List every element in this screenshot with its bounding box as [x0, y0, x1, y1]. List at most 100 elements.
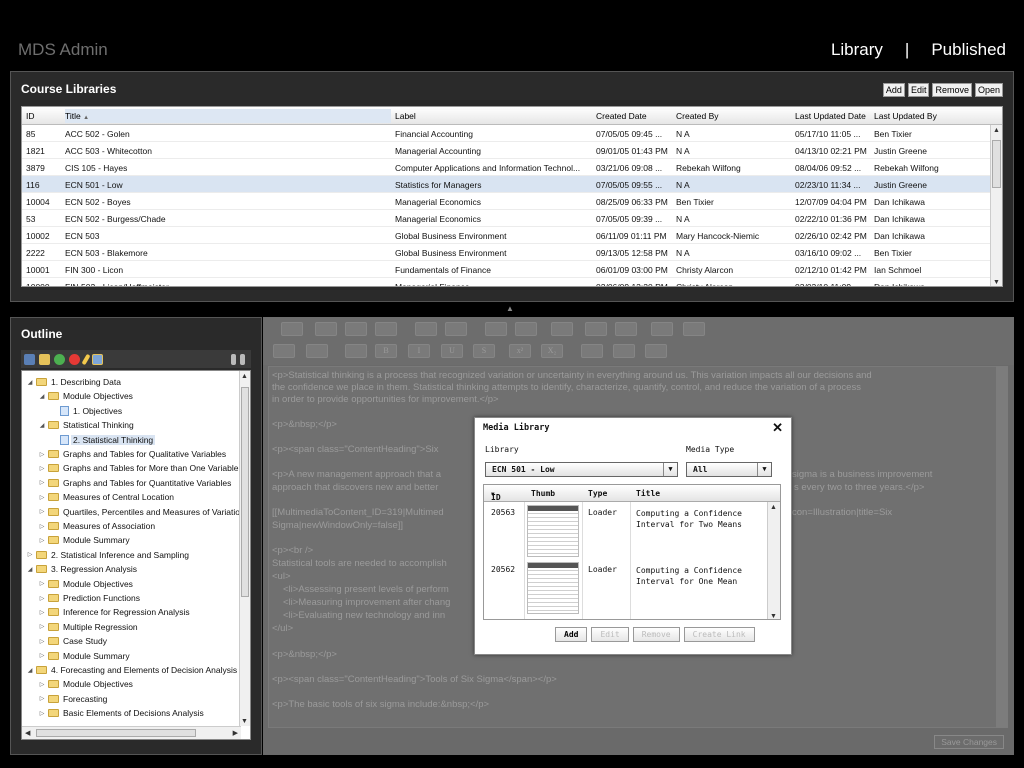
editor-scrollbar[interactable] — [996, 366, 1008, 728]
column-header-label[interactable]: Label — [395, 111, 416, 121]
format-button[interactable]: B — [375, 344, 397, 358]
format-button[interactable]: X₂ — [541, 344, 563, 358]
toolbar-button[interactable] — [651, 322, 673, 336]
collapsed-arrow-icon[interactable]: ▷ — [38, 523, 46, 530]
tree-node[interactable]: ▷ Quartiles, Percentiles and Measures of … — [38, 505, 247, 519]
scroll-up-icon[interactable]: ▲ — [993, 127, 1000, 134]
media-type-select[interactable]: All ▼ — [686, 462, 772, 477]
tree-vertical-scrollbar[interactable]: ▲ ▼ — [239, 371, 250, 726]
save-changes-button[interactable]: Save Changes — [934, 735, 1004, 749]
table-row[interactable]: 53 ECN 502 - Burgess/Chade Managerial Econ… — [22, 210, 992, 227]
toolbar-button[interactable] — [485, 322, 507, 336]
move-down-icon[interactable] — [240, 353, 245, 365]
expanded-arrow-icon[interactable]: ◢ — [38, 393, 46, 400]
column-header-thumb[interactable]: Thumb — [531, 489, 555, 498]
column-header-id[interactable]: ID ▼ — [491, 489, 501, 502]
format-button[interactable] — [581, 344, 603, 358]
toolbar-button[interactable] — [315, 322, 337, 336]
collapsed-arrow-icon[interactable]: ▷ — [38, 451, 46, 458]
tree-node[interactable]: ◢ Module Objectives — [38, 389, 135, 403]
scroll-up-icon[interactable]: ▲ — [770, 504, 777, 511]
collapsed-arrow-icon[interactable]: ▷ — [38, 638, 46, 645]
column-header-last-updated-date[interactable]: Last Updated Date — [795, 111, 866, 121]
panel-splitter-icon[interactable]: ▲ — [506, 304, 514, 313]
tree-hscroll-thumb[interactable] — [36, 729, 196, 737]
collapsed-arrow-icon[interactable]: ▷ — [38, 652, 46, 659]
tree-node[interactable]: ▷ Basic Elements of Decisions Analysis — [38, 706, 206, 720]
scroll-up-icon[interactable]: ▲ — [241, 373, 248, 380]
library-select[interactable]: ECN 501 - Low ▼ — [485, 462, 678, 477]
format-button[interactable] — [645, 344, 667, 358]
table-row[interactable]: 1821 ACC 503 - Whitecotton Managerial Acco… — [22, 142, 992, 159]
add-button[interactable]: Add — [882, 83, 905, 97]
toolbar-button[interactable] — [615, 322, 637, 336]
edit-button[interactable]: Edit — [907, 83, 930, 97]
edit-button[interactable]: Edit — [591, 627, 629, 642]
tree-node[interactable]: ▷ 2. Statistical Inference and Sampling — [26, 548, 191, 562]
column-header-id[interactable]: ID — [26, 111, 35, 121]
tree-node[interactable]: ◢ 4. Forecasting and Elements of Decision… — [26, 663, 239, 677]
scroll-down-icon[interactable]: ▼ — [241, 718, 248, 725]
format-button[interactable] — [345, 344, 367, 358]
expanded-arrow-icon[interactable]: ◢ — [26, 667, 34, 674]
nav-published-link[interactable]: Published — [931, 40, 1006, 60]
toolbar-button[interactable] — [445, 322, 467, 336]
tree-node[interactable]: 1. Objectives — [50, 404, 124, 418]
media-row[interactable]: 20563 Loader Computing a Confidence Interv… — [484, 504, 768, 560]
column-header-last-updated-by[interactable]: Last Updated By — [874, 111, 937, 121]
collapsed-arrow-icon[interactable]: ▷ — [38, 508, 46, 515]
collapsed-arrow-icon[interactable]: ▷ — [38, 710, 46, 717]
tree-node[interactable]: ◢ 3. Regression Analysis — [26, 562, 139, 576]
scroll-down-icon[interactable]: ▼ — [770, 613, 777, 619]
format-button[interactable]: x² — [509, 344, 531, 358]
media-row[interactable]: 20562 Loader Computing a Confidence Interv… — [484, 561, 768, 617]
tree-node[interactable]: 2. Statistical Thinking — [50, 433, 156, 447]
remove-button[interactable]: Remove — [932, 83, 972, 97]
tree-node[interactable]: ▷ Graphs and Tables for More than One Var… — [38, 461, 240, 475]
collapsed-arrow-icon[interactable]: ▷ — [38, 681, 46, 688]
scroll-down-icon[interactable]: ▼ — [993, 279, 1000, 286]
toolbar-button[interactable] — [551, 322, 573, 336]
format-button[interactable] — [613, 344, 635, 358]
format-button[interactable]: S — [473, 344, 495, 358]
expanded-arrow-icon[interactable]: ◢ — [38, 422, 46, 429]
expanded-arrow-icon[interactable]: ◢ — [26, 379, 34, 386]
tree-node[interactable]: ◢ 1. Describing Data — [26, 375, 123, 389]
tree-node[interactable]: ▷ Graphs and Tables for Qualitative Varia… — [38, 447, 228, 461]
toolbar-button[interactable] — [585, 322, 607, 336]
format-button[interactable]: I — [408, 344, 430, 358]
collapsed-arrow-icon[interactable]: ▷ — [38, 537, 46, 544]
toolbar-button[interactable] — [375, 322, 397, 336]
table-row[interactable]: 2222 ECN 503 - Blakemore Global Business E… — [22, 244, 992, 261]
tree-node[interactable]: ▷ Module Summary — [38, 533, 132, 547]
column-header-type[interactable]: Type — [588, 489, 607, 498]
format-button[interactable]: U — [441, 344, 463, 358]
collapsed-arrow-icon[interactable]: ▷ — [38, 695, 46, 702]
collapsed-arrow-icon[interactable]: ▷ — [38, 595, 46, 602]
add-icon[interactable] — [54, 353, 65, 365]
pencil-icon[interactable] — [81, 353, 91, 365]
tree-node[interactable]: ▷ Inference for Regression Analysis — [38, 605, 192, 619]
close-icon[interactable]: ✕ — [772, 420, 783, 436]
nav-library-link[interactable]: Library — [831, 40, 883, 60]
open-button[interactable]: Open — [974, 83, 1003, 97]
tree-node[interactable]: ▷ Graphs and Tables for Quantitative Vari… — [38, 476, 233, 490]
scroll-right-icon[interactable]: ▶ — [233, 729, 238, 737]
table-row[interactable]: 10004 ECN 502 - Boyes Managerial Economics… — [22, 193, 992, 210]
tree-node[interactable]: ▷ Module Objectives — [38, 677, 135, 691]
grid-scrollbar[interactable]: ▲ ▼ — [990, 125, 1002, 286]
tree-node[interactable]: ▷ Module Summary — [38, 649, 132, 663]
tree-node[interactable]: ▷ Module Objectives — [38, 577, 135, 591]
grid-scroll-thumb[interactable] — [992, 140, 1001, 188]
create-link-button[interactable]: Create Link — [683, 627, 755, 642]
toolbar-button[interactable] — [515, 322, 537, 336]
tree-node[interactable]: ◢ Statistical Thinking — [38, 418, 136, 432]
tree-node[interactable]: ▷ Prediction Functions — [38, 591, 142, 605]
remove-icon[interactable] — [69, 353, 80, 365]
tree-node[interactable]: ▷ Measures of Association — [38, 519, 157, 533]
folder-icon[interactable] — [39, 353, 50, 365]
collapsed-arrow-icon[interactable]: ▷ — [38, 609, 46, 616]
collapsed-arrow-icon[interactable]: ▷ — [38, 580, 46, 587]
save-icon[interactable] — [24, 353, 35, 365]
toolbar-button[interactable] — [683, 322, 705, 336]
